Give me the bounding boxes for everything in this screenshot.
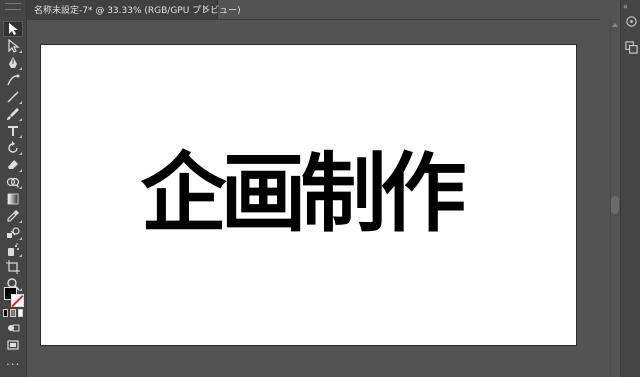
curvature-tool-icon[interactable] [3,72,23,88]
direct-selection-tool-icon[interactable] [3,38,23,54]
document-tab-bar: 名称未設定-7* @ 33.33% (RGB/GPU プレビュー) × [27,0,600,19]
gradient-mode-icon[interactable] [10,309,16,317]
artboard-tool-icon[interactable] [3,259,23,275]
paintbrush-tool-icon[interactable] [3,106,23,122]
document-tab[interactable]: 名称未設定-7* @ 33.33% (RGB/GPU プレビュー) × [27,0,241,19]
rotate-tool-icon[interactable] [3,140,23,156]
blend-tool-icon[interactable] [3,225,23,241]
canvas-area[interactable]: 企画制作 [27,20,610,377]
eyedropper-tool-icon[interactable] [3,208,23,224]
color-mode-buttons [3,309,23,317]
pen-tool-icon[interactable] [3,55,23,71]
vertical-scrollbar[interactable] [610,20,620,377]
stroke-swatch[interactable] [11,294,24,307]
properties-panel-icon[interactable] [624,14,638,28]
shape-builder-tool-icon[interactable] [3,174,23,190]
screen-mode-icon[interactable] [3,337,23,353]
edit-toolbar-button[interactable]: ... [6,355,20,367]
draw-mode-icon[interactable] [3,320,23,336]
type-tool-icon[interactable] [3,123,23,139]
tools-panel: ... [0,0,27,377]
none-mode-icon[interactable] [17,309,23,317]
eraser-tool-icon[interactable] [3,157,23,173]
line-tool-icon[interactable] [3,89,23,105]
symbol-sprayer-tool-icon[interactable] [3,242,23,258]
vertical-scroll-thumb[interactable] [611,196,619,214]
artboard[interactable]: 企画制作 [41,45,576,345]
close-tab-icon[interactable]: × [202,3,210,14]
artboard-text[interactable]: 企画制作 [33,35,568,335]
collapse-panel-icon[interactable]: « [623,2,628,11]
color-mode-icon[interactable] [3,309,9,317]
layers-panel-icon[interactable] [624,40,638,54]
gradient-tool-icon[interactable] [3,191,23,207]
right-panel-dock: « [620,0,640,377]
panel-grip[interactable] [5,3,21,10]
selection-tool-icon[interactable] [3,21,23,37]
scroll-up-icon[interactable] [612,23,618,27]
